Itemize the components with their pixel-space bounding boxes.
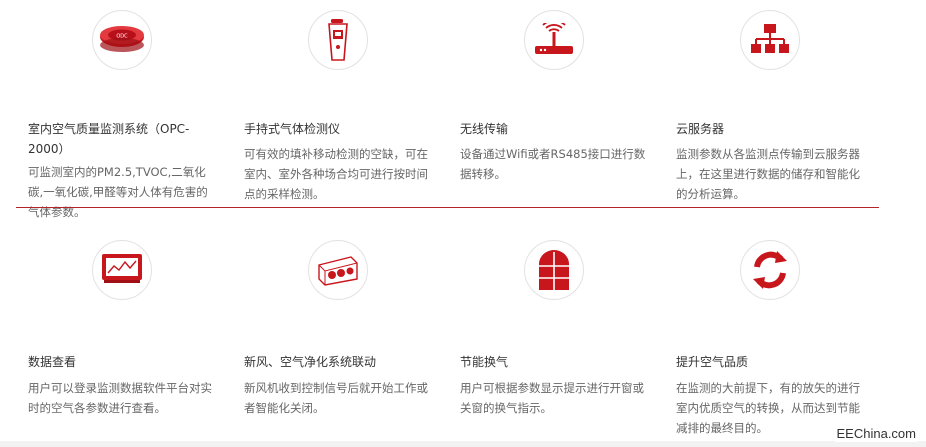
feature-desc-1: 可监测室内的PM2.5,TVOC,二氧化碳,一氧化碳,甲醛等对人体有危害的气体参… xyxy=(28,165,208,219)
window-icon xyxy=(524,240,584,300)
network-servers-icon xyxy=(740,10,800,70)
feature-title-4: 云服务器 xyxy=(676,122,725,136)
feature-title-1: 室内空气质量监测系统（OPC-2000） xyxy=(28,122,190,156)
fresh-air-unit-icon xyxy=(308,240,368,300)
feature-desc-4: 监测参数从各监测点传输到云服务器上，在这里进行数据的储存和智能化的分析运算。 xyxy=(676,147,860,201)
feature-title-2: 手持式气体检测仪 xyxy=(244,122,341,136)
wifi-router-icon xyxy=(524,10,584,70)
feature-desc-2: 可有效的填补移动检测的空缺，可在室内、室外各种场合均可进行按时间点的采样检测。 xyxy=(244,147,428,201)
feature-title-3: 无线传输 xyxy=(460,122,509,136)
feature-desc-6: 新风机收到控制信号后就开始工作或者智能化关闭。 xyxy=(244,381,428,415)
feature-desc-5: 用户可以登录监测数据软件平台对实时的空气各参数进行查看。 xyxy=(28,381,212,415)
monitor-chart-icon xyxy=(92,240,152,300)
feature-title-8: 提升空气品质 xyxy=(676,355,749,369)
feature-title-7: 节能换气 xyxy=(460,355,509,369)
refresh-cycle-icon xyxy=(740,240,800,300)
divider-line xyxy=(16,207,879,208)
ceiling-sensor-icon: ODC xyxy=(92,10,152,70)
feature-desc-3: 设备通过Wifi或者RS485接口进行数据转移。 xyxy=(460,147,646,181)
bottom-strip xyxy=(0,441,926,447)
feature-title-6: 新风、空气净化系统联动 xyxy=(244,355,377,369)
feature-title-5: 数据查看 xyxy=(28,355,77,369)
handheld-detector-icon xyxy=(308,10,368,70)
feature-desc-7: 用户可根据参数显示提示进行开窗或关窗的换气指示。 xyxy=(460,381,644,415)
watermark: EEChina.com xyxy=(834,426,918,442)
